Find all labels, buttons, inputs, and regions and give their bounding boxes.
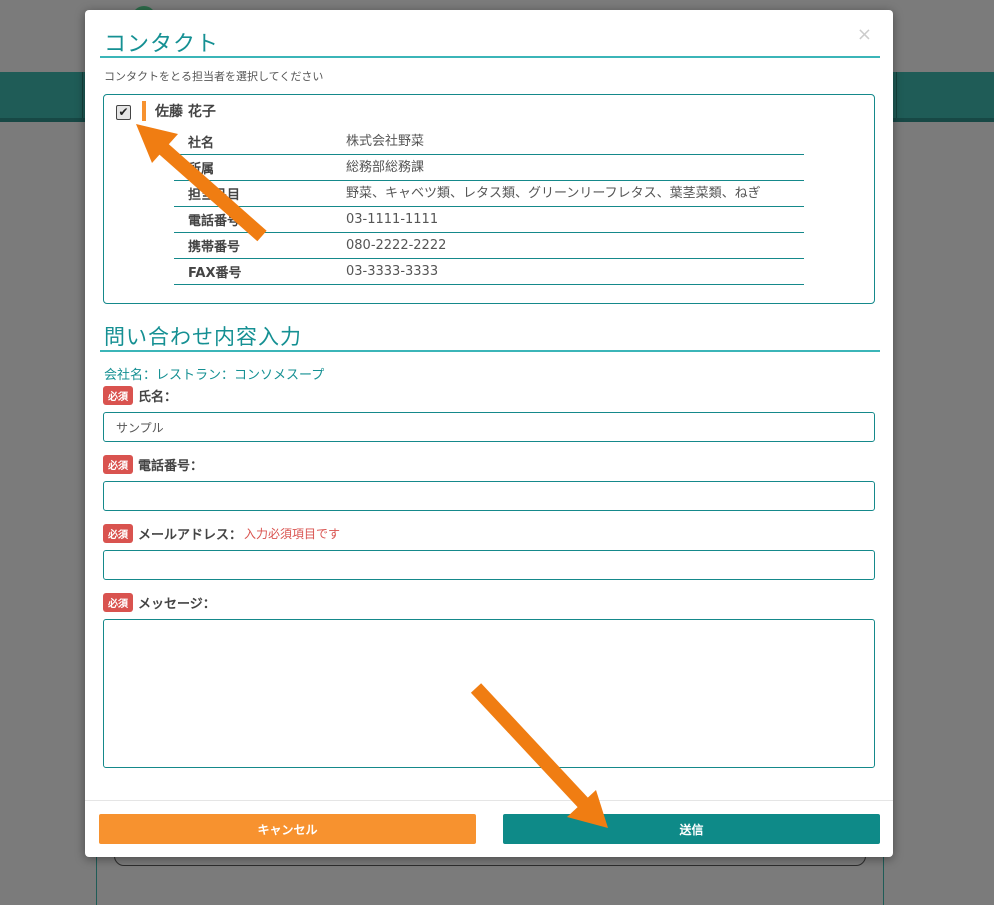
contact-name: 佐藤 花子: [155, 104, 216, 120]
required-badge: 必須: [103, 593, 133, 612]
info-label: 携帯番号: [188, 240, 241, 255]
title-divider: [100, 56, 880, 58]
modal-title: コンタクト: [104, 32, 220, 57]
required-badge: 必須: [103, 455, 133, 474]
info-label: 電話番号: [188, 214, 241, 229]
info-label: 社名: [188, 136, 215, 151]
send-button[interactable]: 送信: [503, 814, 880, 844]
info-row-department: 所属 総務部総務課: [174, 155, 804, 181]
info-value: 03-3333-3333: [346, 264, 439, 279]
message-label-text: メッセージ：: [138, 597, 216, 612]
info-value: 株式会社野菜: [346, 134, 425, 149]
info-row-mobile: 携帯番号 080-2222-2222: [174, 233, 804, 259]
modal-subtitle: コンタクトをとる担当者を選択してください: [104, 70, 324, 83]
phone-label-text: 電話番号：: [138, 459, 204, 474]
info-label: 所属: [188, 162, 215, 177]
name-label-text: 氏名：: [138, 390, 178, 405]
phone-input[interactable]: [103, 481, 875, 511]
contact-checkbox[interactable]: ✔: [116, 105, 131, 120]
info-value: 総務部総務課: [346, 160, 425, 175]
name-input[interactable]: [103, 412, 875, 442]
required-badge: 必須: [103, 524, 133, 543]
info-value: 03-1111-1111: [346, 212, 439, 227]
info-value: 080-2222-2222: [346, 238, 447, 253]
info-label: FAX番号: [188, 266, 242, 281]
background-divider: [896, 72, 897, 118]
info-label: 担当品目: [188, 188, 241, 203]
contact-modal: × コンタクト コンタクトをとる担当者を選択してください ✔ 佐藤 花子 社名 …: [85, 10, 893, 857]
info-row-items: 担当品目 野菜、キャベツ類、レタス類、グリーンリーフレタス、葉茎菜類、ねぎ: [174, 181, 804, 207]
footer-divider: [85, 800, 893, 801]
info-row-company: 社名 株式会社野菜: [174, 129, 804, 155]
email-input[interactable]: [103, 550, 875, 580]
info-row-fax: FAX番号 03-3333-3333: [174, 259, 804, 285]
company-name-line: 会社名：レストラン：コンソメスープ: [104, 368, 325, 383]
section-title: 問い合わせ内容入力: [104, 325, 302, 349]
email-field-label: 必須 メールアドレス： 入力必須項目です: [103, 524, 340, 543]
contact-info-table: 社名 株式会社野菜 所属 総務部総務課 担当品目 野菜、キャベツ類、レタス類、グ…: [174, 129, 804, 285]
required-badge: 必須: [103, 386, 133, 405]
close-icon[interactable]: ×: [857, 26, 872, 44]
message-field-label: 必須 メッセージ：: [103, 593, 216, 612]
email-label-text: メールアドレス：: [138, 528, 243, 543]
name-field-label: 必須 氏名：: [103, 386, 177, 405]
section-divider: [100, 350, 880, 352]
email-error-message: 入力必須項目です: [244, 527, 341, 541]
phone-field-label: 必須 電話番号：: [103, 455, 203, 474]
background-divider: [82, 72, 83, 118]
info-value: 野菜、キャベツ類、レタス類、グリーンリーフレタス、葉茎菜類、ねぎ: [346, 186, 761, 201]
info-row-phone: 電話番号 03-1111-1111: [174, 207, 804, 233]
contact-card: ✔ 佐藤 花子 社名 株式会社野菜 所属 総務部総務課 担当品目 野菜、キャベツ…: [103, 94, 875, 304]
name-accent-bar: [142, 101, 146, 121]
message-textarea[interactable]: [103, 619, 875, 768]
cancel-button[interactable]: キャンセル: [99, 814, 476, 844]
